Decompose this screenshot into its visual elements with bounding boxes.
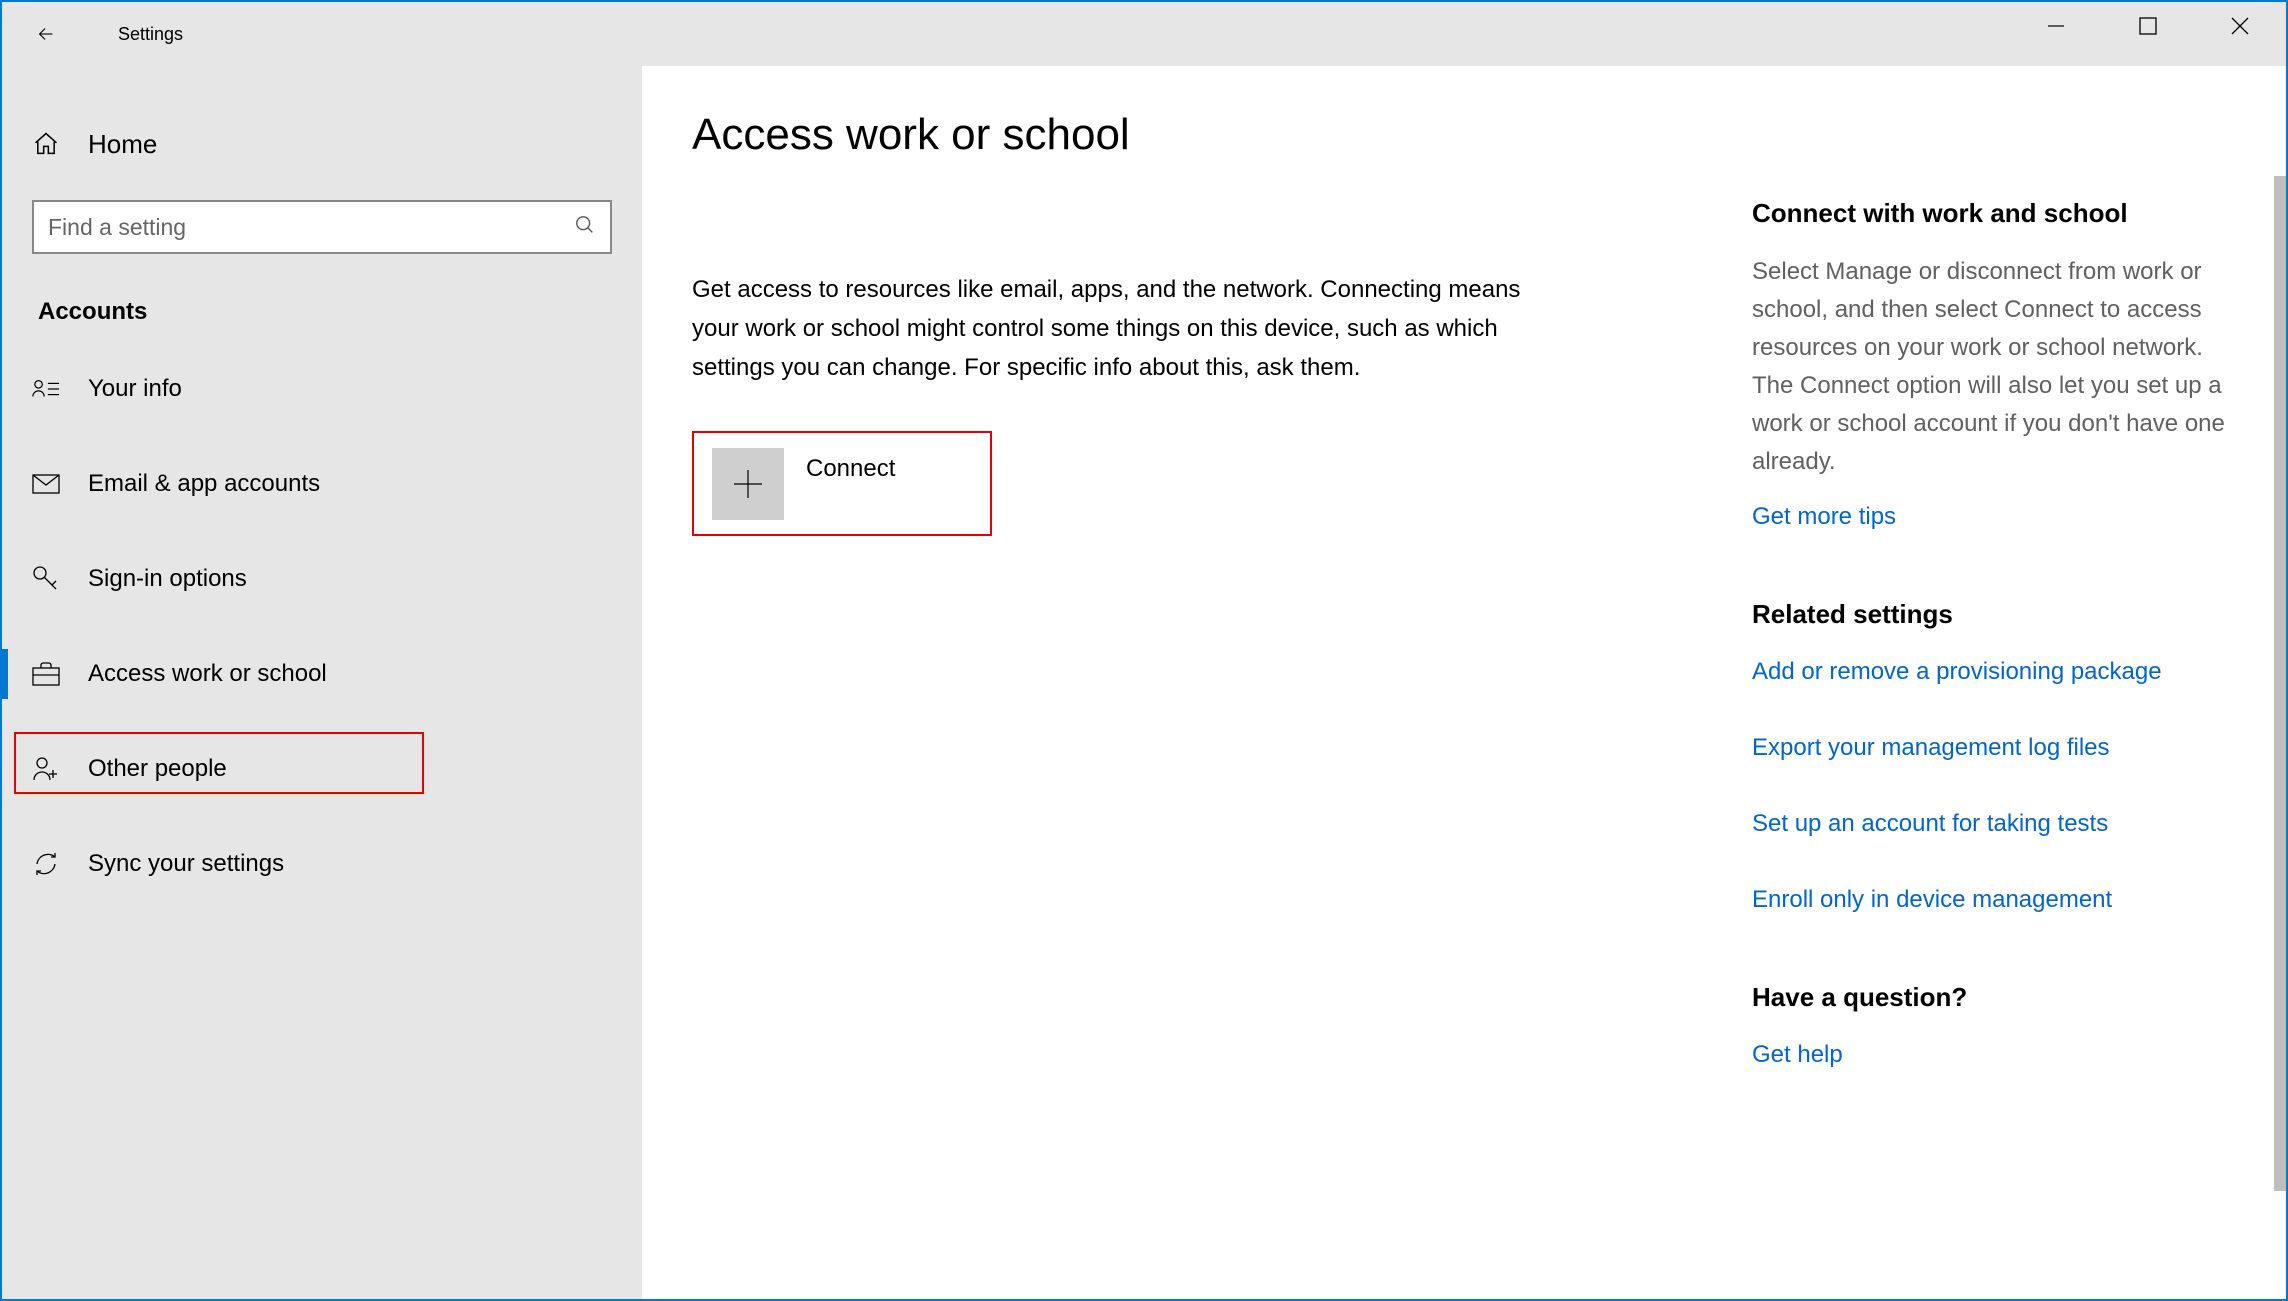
- connect-button[interactable]: Connect: [692, 431, 992, 536]
- connect-info-section: Connect with work and school Select Mana…: [1752, 198, 2232, 535]
- minimize-button[interactable]: [2020, 2, 2092, 50]
- sidebar-item-label: Your info: [88, 375, 182, 403]
- sidebar-item-sync[interactable]: Sync your settings: [2, 833, 642, 895]
- get-help-link[interactable]: Get help: [1752, 1037, 2232, 1073]
- related-link-test-account[interactable]: Set up an account for taking tests: [1752, 806, 2232, 842]
- sidebar-item-label: Access work or school: [88, 660, 327, 688]
- body: Home Accounts Your info Email & app: [2, 66, 2286, 1299]
- person-add-icon: [32, 755, 60, 783]
- home-button[interactable]: Home: [2, 114, 642, 174]
- connect-text: Select Manage or disconnect from work or…: [1752, 253, 2232, 481]
- window-title: Settings: [118, 24, 183, 45]
- titlebar: Settings: [2, 2, 2286, 66]
- sidebar-item-label: Sign-in options: [88, 565, 247, 593]
- sidebar-item-label: Sync your settings: [88, 850, 284, 878]
- window-controls: [2010, 2, 2286, 50]
- close-icon: [2230, 16, 2250, 36]
- related-link-provisioning[interactable]: Add or remove a provisioning package: [1752, 654, 2232, 690]
- more-tips-link[interactable]: Get more tips: [1752, 499, 2232, 535]
- home-label: Home: [88, 129, 157, 160]
- settings-window: Settings Home: [0, 0, 2288, 1301]
- home-icon: [32, 130, 60, 158]
- titlebar-left: Settings: [2, 2, 642, 66]
- maximize-icon: [2139, 17, 2157, 35]
- scrollbar-thumb[interactable]: [2274, 176, 2286, 1191]
- plus-icon: [712, 448, 784, 520]
- main-column: Access work or school Get access to reso…: [692, 110, 1612, 1299]
- page-title: Access work or school: [692, 110, 1612, 160]
- related-link-export-logs[interactable]: Export your management log files: [1752, 730, 2232, 766]
- back-button[interactable]: [18, 2, 74, 66]
- search-icon: [574, 214, 596, 241]
- sidebar: Home Accounts Your info Email & app: [2, 66, 642, 1299]
- key-icon: [32, 565, 60, 593]
- sidebar-item-label: Email & app accounts: [88, 470, 320, 498]
- close-button[interactable]: [2204, 2, 2276, 50]
- content-area: Access work or school Get access to reso…: [642, 66, 2286, 1299]
- back-arrow-icon: [35, 23, 57, 45]
- maximize-button[interactable]: [2112, 2, 2184, 50]
- related-link-device-management[interactable]: Enroll only in device management: [1752, 882, 2232, 918]
- person-list-icon: [32, 375, 60, 403]
- mail-icon: [32, 470, 60, 498]
- minimize-icon: [2046, 16, 2066, 36]
- sync-icon: [32, 850, 60, 878]
- sidebar-item-label: Other people: [88, 755, 227, 783]
- sidebar-item-signin[interactable]: Sign-in options: [2, 548, 642, 610]
- sidebar-item-your-info[interactable]: Your info: [2, 358, 642, 420]
- search-box[interactable]: [32, 200, 612, 254]
- sidebar-item-email[interactable]: Email & app accounts: [2, 453, 642, 515]
- question-section: Have a question? Get help: [1752, 982, 2232, 1073]
- question-heading: Have a question?: [1752, 982, 2232, 1013]
- related-heading: Related settings: [1752, 599, 2232, 630]
- search-input[interactable]: [48, 214, 574, 241]
- related-settings-section: Related settings Add or remove a provisi…: [1752, 599, 2232, 918]
- scrollbar[interactable]: [2274, 176, 2286, 1279]
- page-description: Get access to resources like email, apps…: [692, 270, 1572, 387]
- sidebar-item-other-people[interactable]: Other people: [2, 738, 642, 800]
- sidebar-item-access-work[interactable]: Access work or school: [2, 643, 642, 705]
- briefcase-icon: [32, 660, 60, 688]
- section-header: Accounts: [38, 298, 642, 326]
- connect-label: Connect: [806, 455, 895, 483]
- connect-heading: Connect with work and school: [1752, 198, 2232, 229]
- right-column: Connect with work and school Select Mana…: [1612, 110, 2232, 1299]
